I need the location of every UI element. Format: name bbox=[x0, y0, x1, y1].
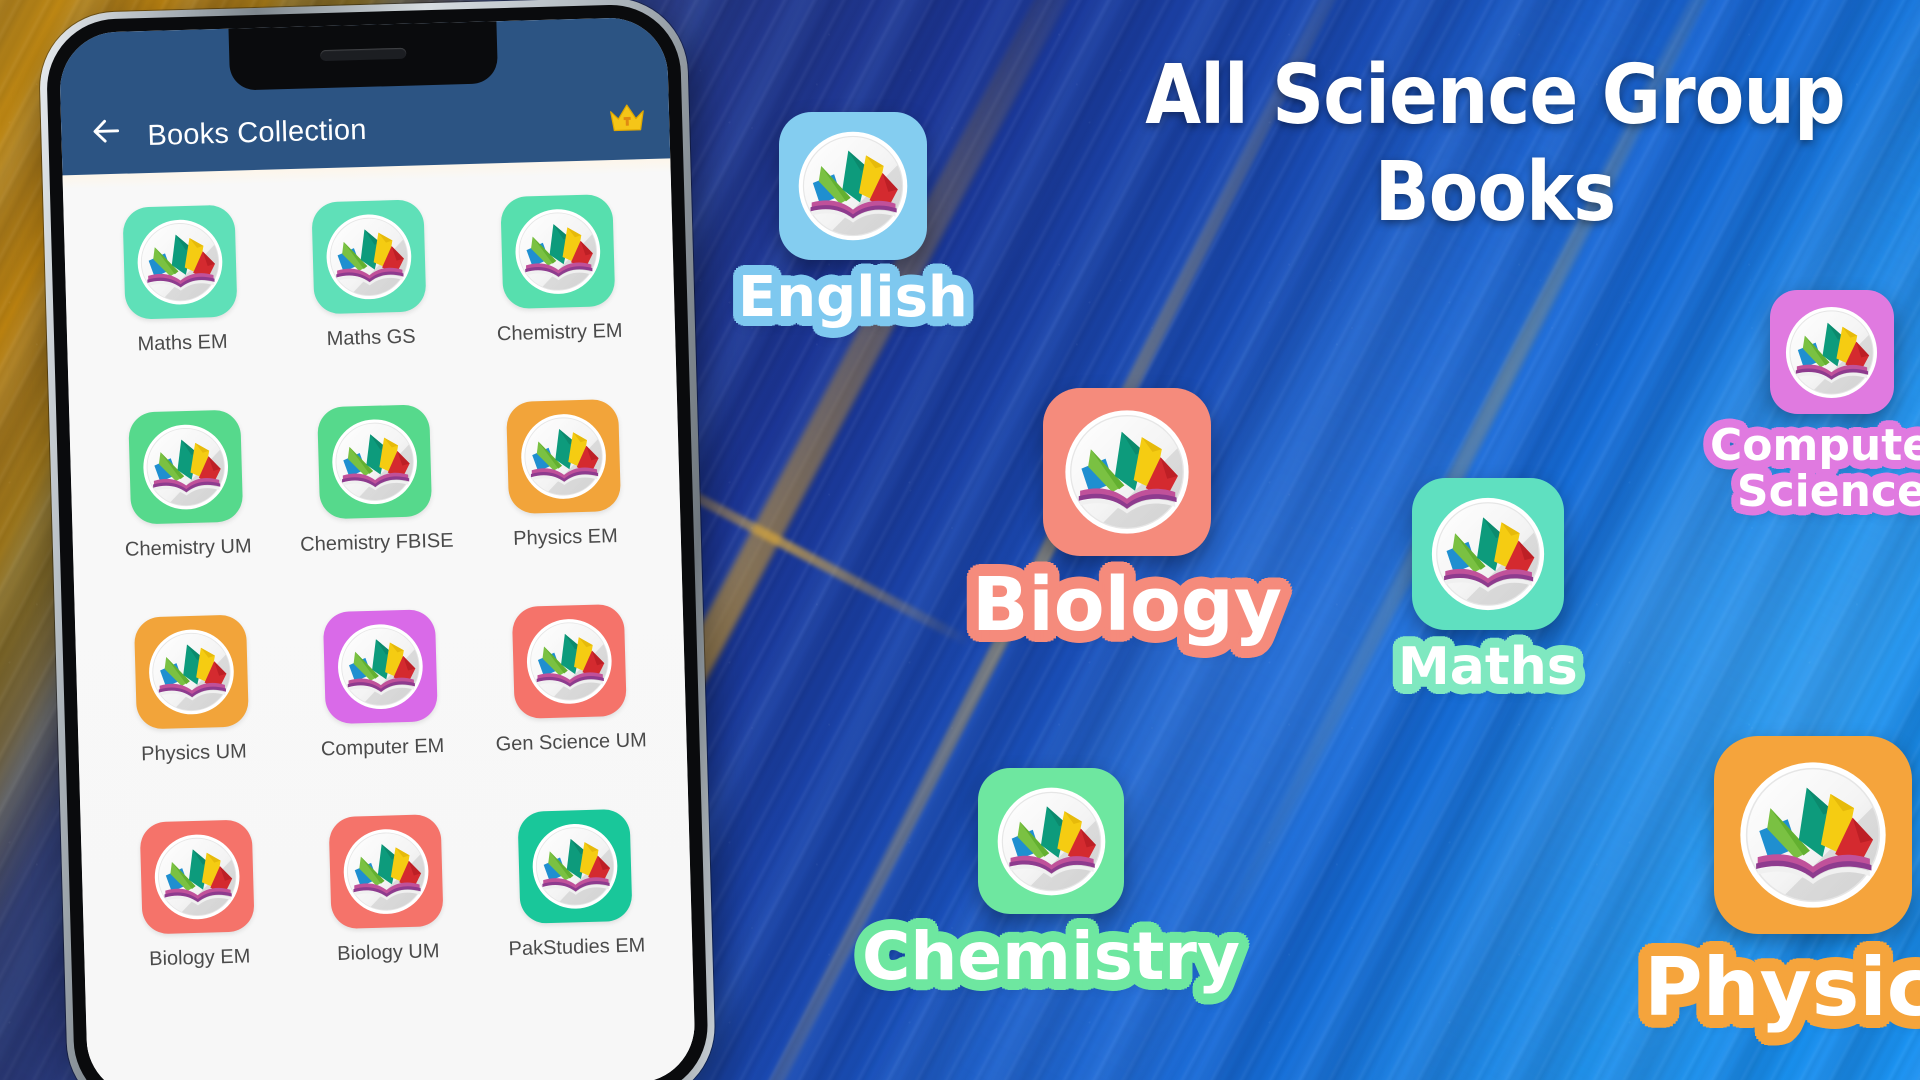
headline-line-2: Books bbox=[1374, 144, 1617, 240]
book-logo-icon bbox=[798, 131, 908, 241]
floating-subject-label: Biology bbox=[972, 562, 1283, 648]
phone-screen: Books Collection Maths EM Maths GS Chemi… bbox=[58, 16, 697, 1080]
book-grid-item-tile[interactable] bbox=[505, 398, 621, 515]
floating-subject-tile bbox=[978, 768, 1124, 914]
book-grid-item-tile[interactable] bbox=[328, 814, 444, 930]
floating-subject-label: English bbox=[738, 265, 968, 330]
book-logo-icon bbox=[137, 219, 223, 305]
earpiece-speaker-icon bbox=[320, 47, 407, 62]
floating-subject-label: Chemistry bbox=[862, 918, 1240, 995]
phone-mockup: Books Collection Maths EM Maths GS Chemi… bbox=[38, 0, 729, 1080]
book-grid-item-tile[interactable] bbox=[122, 204, 238, 320]
floating-subject-tile bbox=[778, 112, 927, 260]
books-grid: Maths EM Maths GS Chemistry EM Chemistry… bbox=[89, 193, 666, 972]
book-grid-item-label: Maths GS bbox=[326, 325, 416, 351]
floating-subject-computer-science: Computer Science bbox=[1710, 290, 1920, 515]
book-logo-icon bbox=[149, 629, 235, 715]
floating-subject-label: Physics bbox=[1644, 941, 1920, 1034]
book-grid-item[interactable]: Chemistry UM bbox=[95, 409, 278, 563]
book-logo-icon bbox=[143, 424, 229, 510]
book-grid-item[interactable]: PakStudies EM bbox=[484, 808, 667, 962]
floating-subject-tile bbox=[1411, 478, 1564, 630]
promo-headline: All Science Group Books bbox=[1130, 48, 1860, 242]
book-grid-item-tile[interactable] bbox=[134, 614, 250, 730]
crown-icon bbox=[610, 104, 644, 132]
book-grid-item-label: Physics EM bbox=[512, 525, 618, 550]
book-grid-item-tile[interactable] bbox=[317, 404, 433, 520]
book-logo-icon bbox=[1065, 410, 1189, 534]
book-grid-item-tile[interactable] bbox=[139, 819, 256, 935]
book-grid-item-tile[interactable] bbox=[511, 603, 627, 719]
book-grid-item[interactable]: Computer EM bbox=[289, 608, 472, 762]
book-grid-item-label: PakStudies EM bbox=[508, 934, 646, 961]
book-grid-item-label: Gen Science UM bbox=[495, 729, 648, 756]
floating-subject-chemistry: Chemistry bbox=[862, 768, 1240, 990]
headline-line-1: All Science Group bbox=[1145, 48, 1845, 143]
book-logo-icon bbox=[532, 824, 617, 909]
book-grid-item-tile[interactable] bbox=[128, 409, 244, 525]
book-logo-icon bbox=[326, 214, 412, 300]
book-grid-item-label: Biology EM bbox=[148, 945, 251, 971]
book-grid-item-label: Maths EM bbox=[137, 330, 228, 356]
book-grid-item-label: Chemistry EM bbox=[496, 319, 623, 346]
floating-subject-label: Computer Science bbox=[1710, 420, 1920, 518]
floating-subject-label: Maths bbox=[1398, 637, 1578, 697]
book-grid-item-tile[interactable] bbox=[499, 194, 616, 310]
book-logo-icon bbox=[1431, 497, 1544, 611]
floating-subject-tile bbox=[1769, 290, 1894, 414]
app-bar-title: Books Collection bbox=[147, 113, 368, 152]
book-grid-item[interactable]: Biology UM bbox=[295, 813, 478, 967]
book-grid-item-label: Chemistry UM bbox=[124, 535, 252, 561]
book-logo-icon bbox=[1740, 762, 1886, 908]
book-grid-item[interactable]: Physics UM bbox=[101, 613, 284, 767]
floating-subject-biology: Biology bbox=[972, 388, 1282, 642]
books-grid-container: Maths EM Maths GS Chemistry EM Chemistry… bbox=[62, 158, 697, 1080]
book-logo-icon bbox=[343, 829, 429, 914]
book-grid-item-label: Physics UM bbox=[140, 740, 248, 766]
book-logo-icon bbox=[155, 834, 240, 920]
floating-subject-tile bbox=[1043, 388, 1212, 556]
book-logo-icon bbox=[1786, 306, 1878, 398]
book-grid-item-tile[interactable] bbox=[517, 808, 633, 924]
book-logo-icon bbox=[997, 787, 1105, 895]
book-grid-item-label: Chemistry FBISE bbox=[299, 529, 454, 556]
book-grid-item[interactable]: Chemistry FBISE bbox=[284, 403, 467, 557]
floating-subject-tile bbox=[1713, 736, 1912, 934]
book-logo-icon bbox=[338, 624, 423, 710]
book-grid-item[interactable]: Biology EM bbox=[107, 818, 290, 972]
book-grid-item[interactable]: Gen Science UM bbox=[478, 603, 661, 757]
book-grid-item[interactable]: Chemistry EM bbox=[467, 193, 650, 347]
book-grid-item[interactable]: Maths EM bbox=[89, 204, 272, 358]
phone-frame: Books Collection Maths EM Maths GS Chemi… bbox=[38, 0, 717, 1080]
phone-notch bbox=[228, 21, 499, 91]
book-grid-item-tile[interactable] bbox=[311, 199, 427, 315]
book-logo-icon bbox=[520, 414, 606, 499]
book-grid-item-label: Biology UM bbox=[336, 940, 440, 966]
book-logo-icon bbox=[515, 209, 600, 294]
premium-crown-button[interactable] bbox=[607, 97, 648, 138]
book-logo-icon bbox=[332, 419, 417, 505]
book-grid-item[interactable]: Maths GS bbox=[278, 198, 461, 352]
phone-bezel: Books Collection Maths EM Maths GS Chemi… bbox=[45, 3, 710, 1080]
book-logo-icon bbox=[526, 619, 612, 704]
book-grid-item-tile[interactable] bbox=[322, 609, 438, 725]
floating-subject-english: English bbox=[738, 112, 968, 326]
book-grid-item[interactable]: Physics EM bbox=[472, 398, 655, 552]
book-grid-item-label: Computer EM bbox=[320, 734, 445, 761]
floating-subject-maths: Maths bbox=[1398, 478, 1578, 693]
back-button[interactable] bbox=[83, 108, 130, 155]
arrow-left-icon bbox=[93, 119, 120, 143]
floating-subject-physics: Physics bbox=[1644, 736, 1920, 1028]
